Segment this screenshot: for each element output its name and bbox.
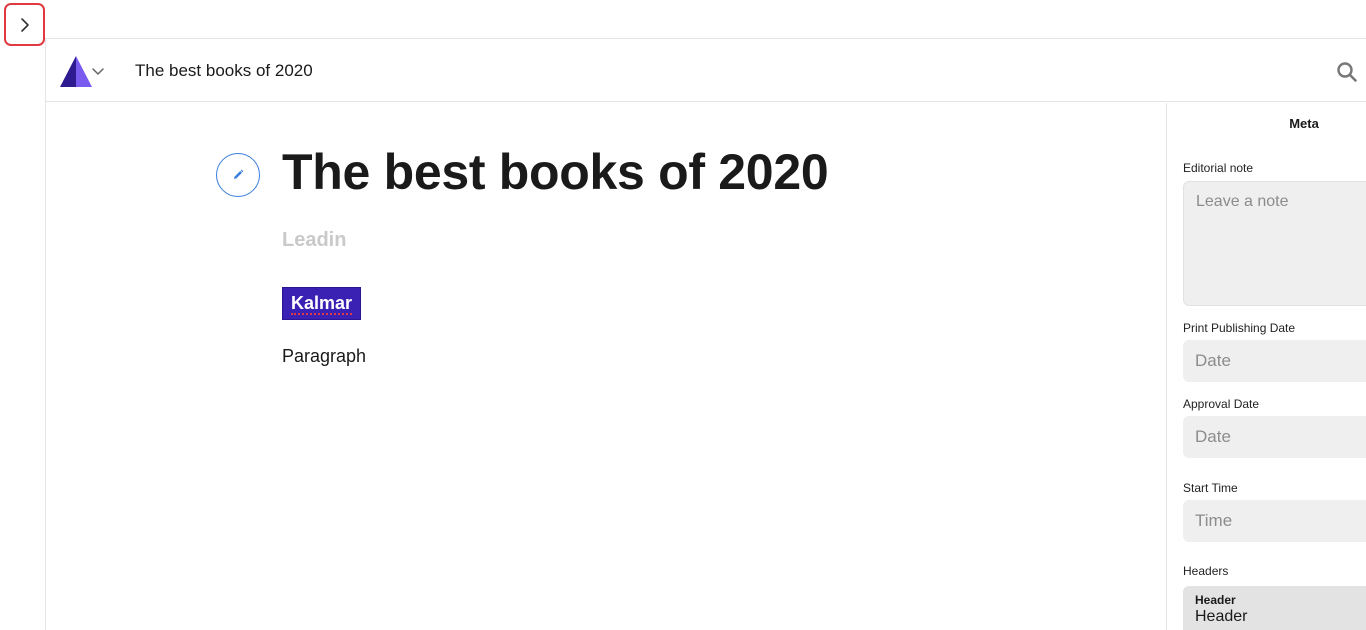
meta-panel-title: Meta xyxy=(1289,116,1319,131)
expand-sidebar-button[interactable] xyxy=(4,3,45,46)
start-time-label: Start Time xyxy=(1183,481,1238,495)
headline[interactable]: The best books of 2020 xyxy=(282,143,829,201)
editorial-note-field[interactable]: Leave a note xyxy=(1183,181,1366,306)
document-header: The best books of 2020 xyxy=(46,39,1366,102)
approval-date-label: Approval Date xyxy=(1183,397,1260,411)
print-publishing-date-label: Print Publishing Date xyxy=(1183,321,1296,335)
paragraph-block[interactable]: Paragraph xyxy=(282,346,366,367)
header-card[interactable]: Header Header xyxy=(1183,586,1366,630)
headers-label: Headers xyxy=(1183,564,1229,578)
start-time-field[interactable]: Time xyxy=(1183,500,1366,542)
print-publishing-date-field[interactable]: Date xyxy=(1183,340,1366,382)
tag-chip[interactable]: Kalmar xyxy=(282,287,362,320)
meta-panel: Meta Editorial note Leave a note Print P… xyxy=(1166,103,1366,630)
search-icon[interactable] xyxy=(1336,61,1358,83)
chevron-right-icon xyxy=(20,17,29,32)
header-card-label: Header xyxy=(1195,593,1236,607)
pencil-icon xyxy=(234,169,244,179)
document-title: The best books of 2020 xyxy=(135,61,313,80)
editorial-note-label: Editorial note xyxy=(1183,161,1254,175)
edit-headline-button[interactable] xyxy=(216,153,260,197)
editor-canvas: The best books of 2020 Leadin Kalmar Par… xyxy=(46,103,1166,630)
logo xyxy=(60,56,92,87)
leadin-placeholder[interactable]: Leadin xyxy=(282,229,346,252)
approval-date-field[interactable]: Date xyxy=(1183,416,1366,458)
tag-label: Kalmar xyxy=(291,292,353,315)
chevron-down-icon[interactable] xyxy=(91,65,105,79)
header-card-value[interactable]: Header xyxy=(1195,608,1366,626)
